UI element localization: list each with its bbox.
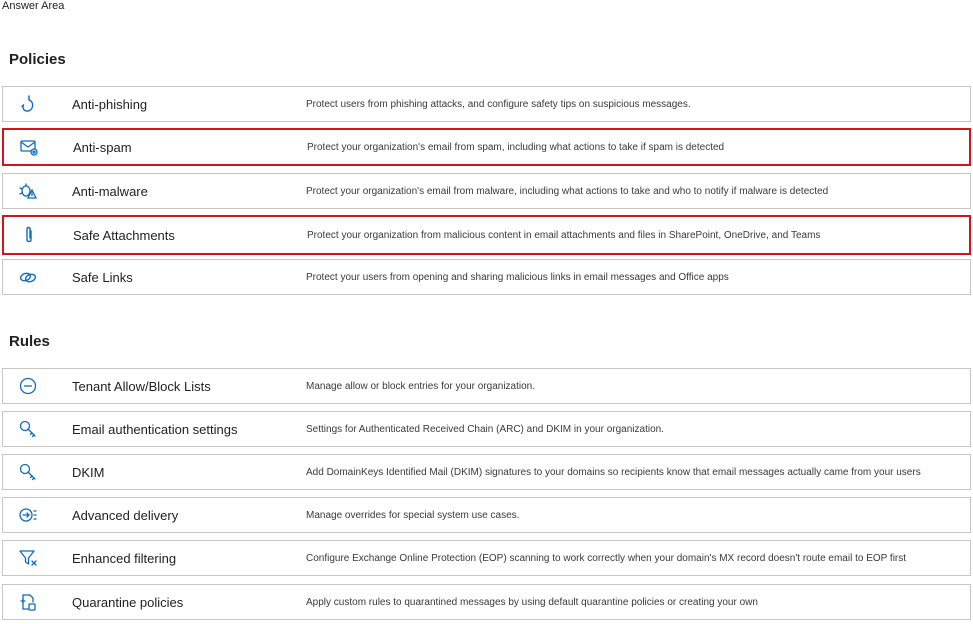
rule-row-tenant-allow-block-lists[interactable]: Tenant Allow/Block Lists Manage allow or… bbox=[2, 368, 971, 404]
policy-description: Protect users from phishing attacks, and… bbox=[306, 98, 691, 110]
policy-row-anti-phishing[interactable]: Anti-phishing Protect users from phishin… bbox=[2, 86, 971, 122]
rule-description: Manage overrides for special system use … bbox=[306, 509, 520, 521]
filter-icon bbox=[17, 547, 39, 569]
rule-name: Advanced delivery bbox=[72, 507, 179, 523]
policy-description: Protect your users from opening and shar… bbox=[306, 271, 729, 283]
rule-description: Manage allow or block entries for your o… bbox=[306, 380, 536, 392]
policy-row-anti-malware[interactable]: Anti-malware Protect your organization's… bbox=[2, 173, 971, 209]
policies-heading: Policies bbox=[9, 51, 66, 68]
answer-area-label: Answer Area bbox=[2, 0, 65, 12]
key-icon bbox=[17, 418, 39, 440]
policy-name: Anti-spam bbox=[73, 139, 132, 155]
rule-row-quarantine-policies[interactable]: Quarantine policies Apply custom rules t… bbox=[2, 584, 971, 620]
policy-description: Protect your organization's email from m… bbox=[306, 185, 829, 197]
policy-name: Safe Attachments bbox=[73, 227, 175, 243]
key-icon bbox=[17, 461, 39, 483]
rule-row-advanced-delivery[interactable]: Advanced delivery Manage overrides for s… bbox=[2, 497, 971, 533]
rule-description: Apply custom rules to quarantined messag… bbox=[306, 596, 758, 608]
paperclip-icon bbox=[18, 224, 40, 246]
rule-row-dkim[interactable]: DKIM Add DomainKeys Identified Mail (DKI… bbox=[2, 454, 971, 490]
rule-name: DKIM bbox=[72, 464, 105, 480]
rule-name: Quarantine policies bbox=[72, 594, 184, 610]
policy-name: Anti-malware bbox=[72, 183, 148, 199]
quarantine-icon bbox=[17, 591, 39, 613]
policy-description: Protect your organization from malicious… bbox=[307, 229, 821, 241]
rule-name: Email authentication settings bbox=[72, 421, 238, 437]
rule-row-enhanced-filtering[interactable]: Enhanced filtering Configure Exchange On… bbox=[2, 540, 971, 576]
rule-description: Settings for Authenticated Received Chai… bbox=[306, 423, 664, 435]
anti-phishing-icon bbox=[17, 93, 39, 115]
policy-name: Safe Links bbox=[72, 269, 133, 285]
block-icon bbox=[17, 375, 39, 397]
rule-row-email-authentication-settings[interactable]: Email authentication settings Settings f… bbox=[2, 411, 971, 447]
mail-gear-icon bbox=[18, 136, 40, 158]
policy-description: Protect your organization's email from s… bbox=[307, 141, 725, 153]
rule-name: Tenant Allow/Block Lists bbox=[72, 378, 211, 394]
rules-heading: Rules bbox=[9, 333, 50, 350]
policy-row-safe-links[interactable]: Safe Links Protect your users from openi… bbox=[2, 259, 971, 295]
rule-description: Add DomainKeys Identified Mail (DKIM) si… bbox=[306, 466, 921, 478]
policy-row-safe-attachments[interactable]: Safe Attachments Protect your organizati… bbox=[2, 215, 971, 255]
policy-name: Anti-phishing bbox=[72, 96, 148, 112]
link-icon bbox=[17, 266, 39, 288]
rule-name: Enhanced filtering bbox=[72, 550, 177, 566]
bug-warning-icon bbox=[17, 180, 39, 202]
rule-description: Configure Exchange Online Protection (EO… bbox=[306, 552, 907, 564]
delivery-icon bbox=[17, 504, 39, 526]
policy-row-anti-spam[interactable]: Anti-spam Protect your organization's em… bbox=[2, 128, 971, 166]
